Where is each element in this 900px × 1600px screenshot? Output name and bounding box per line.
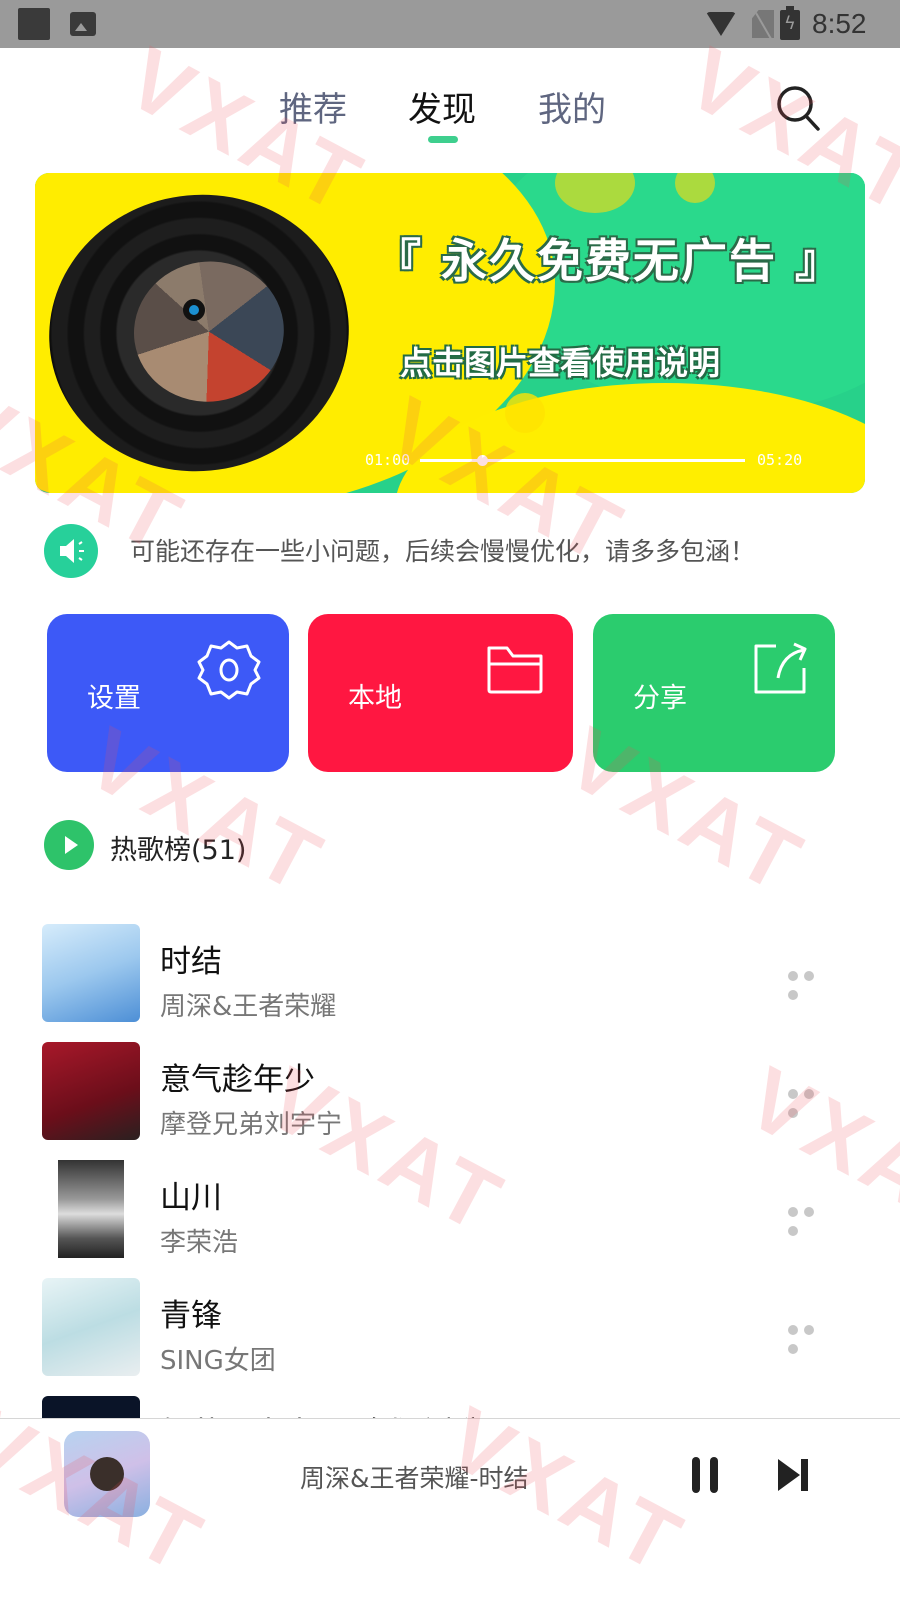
banner-time-end: 05:20 [757, 451, 803, 469]
song-item[interactable]: 山川 李荣浩 [0, 1156, 900, 1266]
notification-app-icon [18, 8, 50, 40]
folder-icon [487, 646, 543, 694]
settings-button[interactable]: 设置 [47, 614, 289, 772]
battery-charging-icon [780, 6, 800, 40]
gear-icon [197, 640, 261, 700]
search-button[interactable] [774, 84, 824, 134]
local-music-button[interactable]: 本地 [308, 614, 573, 772]
song-artist: 李荣浩 [160, 1228, 239, 1258]
play-all-button[interactable] [44, 820, 94, 870]
song-item[interactable]: 时结 周深&王者荣耀 [0, 920, 900, 1030]
settings-label: 设置 [87, 683, 141, 714]
now-playing-cover[interactable] [64, 1431, 150, 1517]
local-label: 本地 [348, 683, 402, 714]
quick-actions: 设置 本地 分享 [0, 614, 900, 774]
song-item[interactable]: 邹若丽毒去了（戏腔版） [0, 1392, 900, 1418]
tab-mine[interactable]: 我的 [538, 82, 606, 131]
song-artist: 周深&王者荣耀 [160, 992, 337, 1022]
more-options-icon[interactable] [788, 966, 834, 1000]
top-nav: 推荐 发现 我的 [0, 80, 900, 160]
notice-text: 可能还存在一些小问题，后续会慢慢优化，请多多包涵！ [130, 537, 756, 566]
song-title: 邹若丽毒去了（戏腔版） [160, 1408, 501, 1418]
hot-songs-header: 热歌榜(51) [44, 820, 444, 872]
notice-bar: 可能还存在一些小问题，后续会慢慢优化，请多多包涵！ [44, 522, 864, 578]
more-options-icon[interactable] [788, 1320, 834, 1354]
image-notification-icon [70, 12, 96, 36]
banner-decoration [505, 393, 545, 433]
banner-title: 『 永久免费无广告 』 [375, 234, 844, 288]
more-options-icon[interactable] [788, 1084, 834, 1118]
tab-discover[interactable]: 发现 [408, 82, 476, 131]
song-title: 时结 [160, 944, 222, 980]
active-tab-indicator [428, 136, 458, 143]
song-item[interactable]: 青锋 SING女团 [0, 1274, 900, 1384]
tab-recommend[interactable]: 推荐 [279, 82, 347, 131]
song-artist: 摩登兄弟刘宇宁 [160, 1110, 343, 1140]
next-track-button[interactable] [778, 1459, 810, 1491]
share-icon [754, 642, 807, 694]
promo-banner[interactable]: 『 永久免费无广告 』 点击图片查看使用说明 01:00 05:20 [35, 173, 865, 493]
song-item[interactable]: 意气趁年少 摩登兄弟刘宇宁 [0, 1038, 900, 1148]
song-title: 意气趁年少 [160, 1062, 315, 1098]
album-cover [42, 1396, 140, 1418]
banner-time-start: 01:00 [365, 451, 411, 469]
banner-progress-knob [476, 455, 488, 466]
section-title: 热歌榜(51) [110, 835, 247, 866]
search-icon [777, 86, 820, 131]
wifi-icon [706, 12, 736, 36]
album-cover [58, 1160, 124, 1258]
album-collage [124, 251, 293, 412]
share-label: 分享 [633, 683, 687, 714]
album-cover [42, 924, 140, 1022]
vinyl-center [183, 299, 205, 321]
song-title: 山川 [160, 1180, 222, 1216]
song-artist: SING女团 [160, 1346, 276, 1376]
album-cover [42, 1278, 140, 1376]
more-options-icon[interactable] [788, 1202, 834, 1236]
banner-subtitle: 点击图片查看使用说明 [400, 344, 721, 382]
banner-progress-track [420, 459, 745, 462]
album-cover [42, 1042, 140, 1140]
now-playing-title: 周深&王者荣耀-时结 [300, 1464, 529, 1493]
pause-button[interactable] [690, 1457, 720, 1493]
mini-player: 周深&王者荣耀-时结 [0, 1418, 900, 1600]
song-title: 青锋 [160, 1298, 222, 1334]
status-time: 8:52 [812, 8, 867, 39]
status-bar: 8:52 [0, 0, 900, 48]
share-button[interactable]: 分享 [593, 614, 835, 772]
song-list: 时结 周深&王者荣耀 意气趁年少 摩登兄弟刘宇宁 山川 李荣浩 青锋 SING女… [0, 920, 900, 1418]
no-sim-icon [752, 10, 774, 38]
speaker-icon [44, 524, 98, 578]
